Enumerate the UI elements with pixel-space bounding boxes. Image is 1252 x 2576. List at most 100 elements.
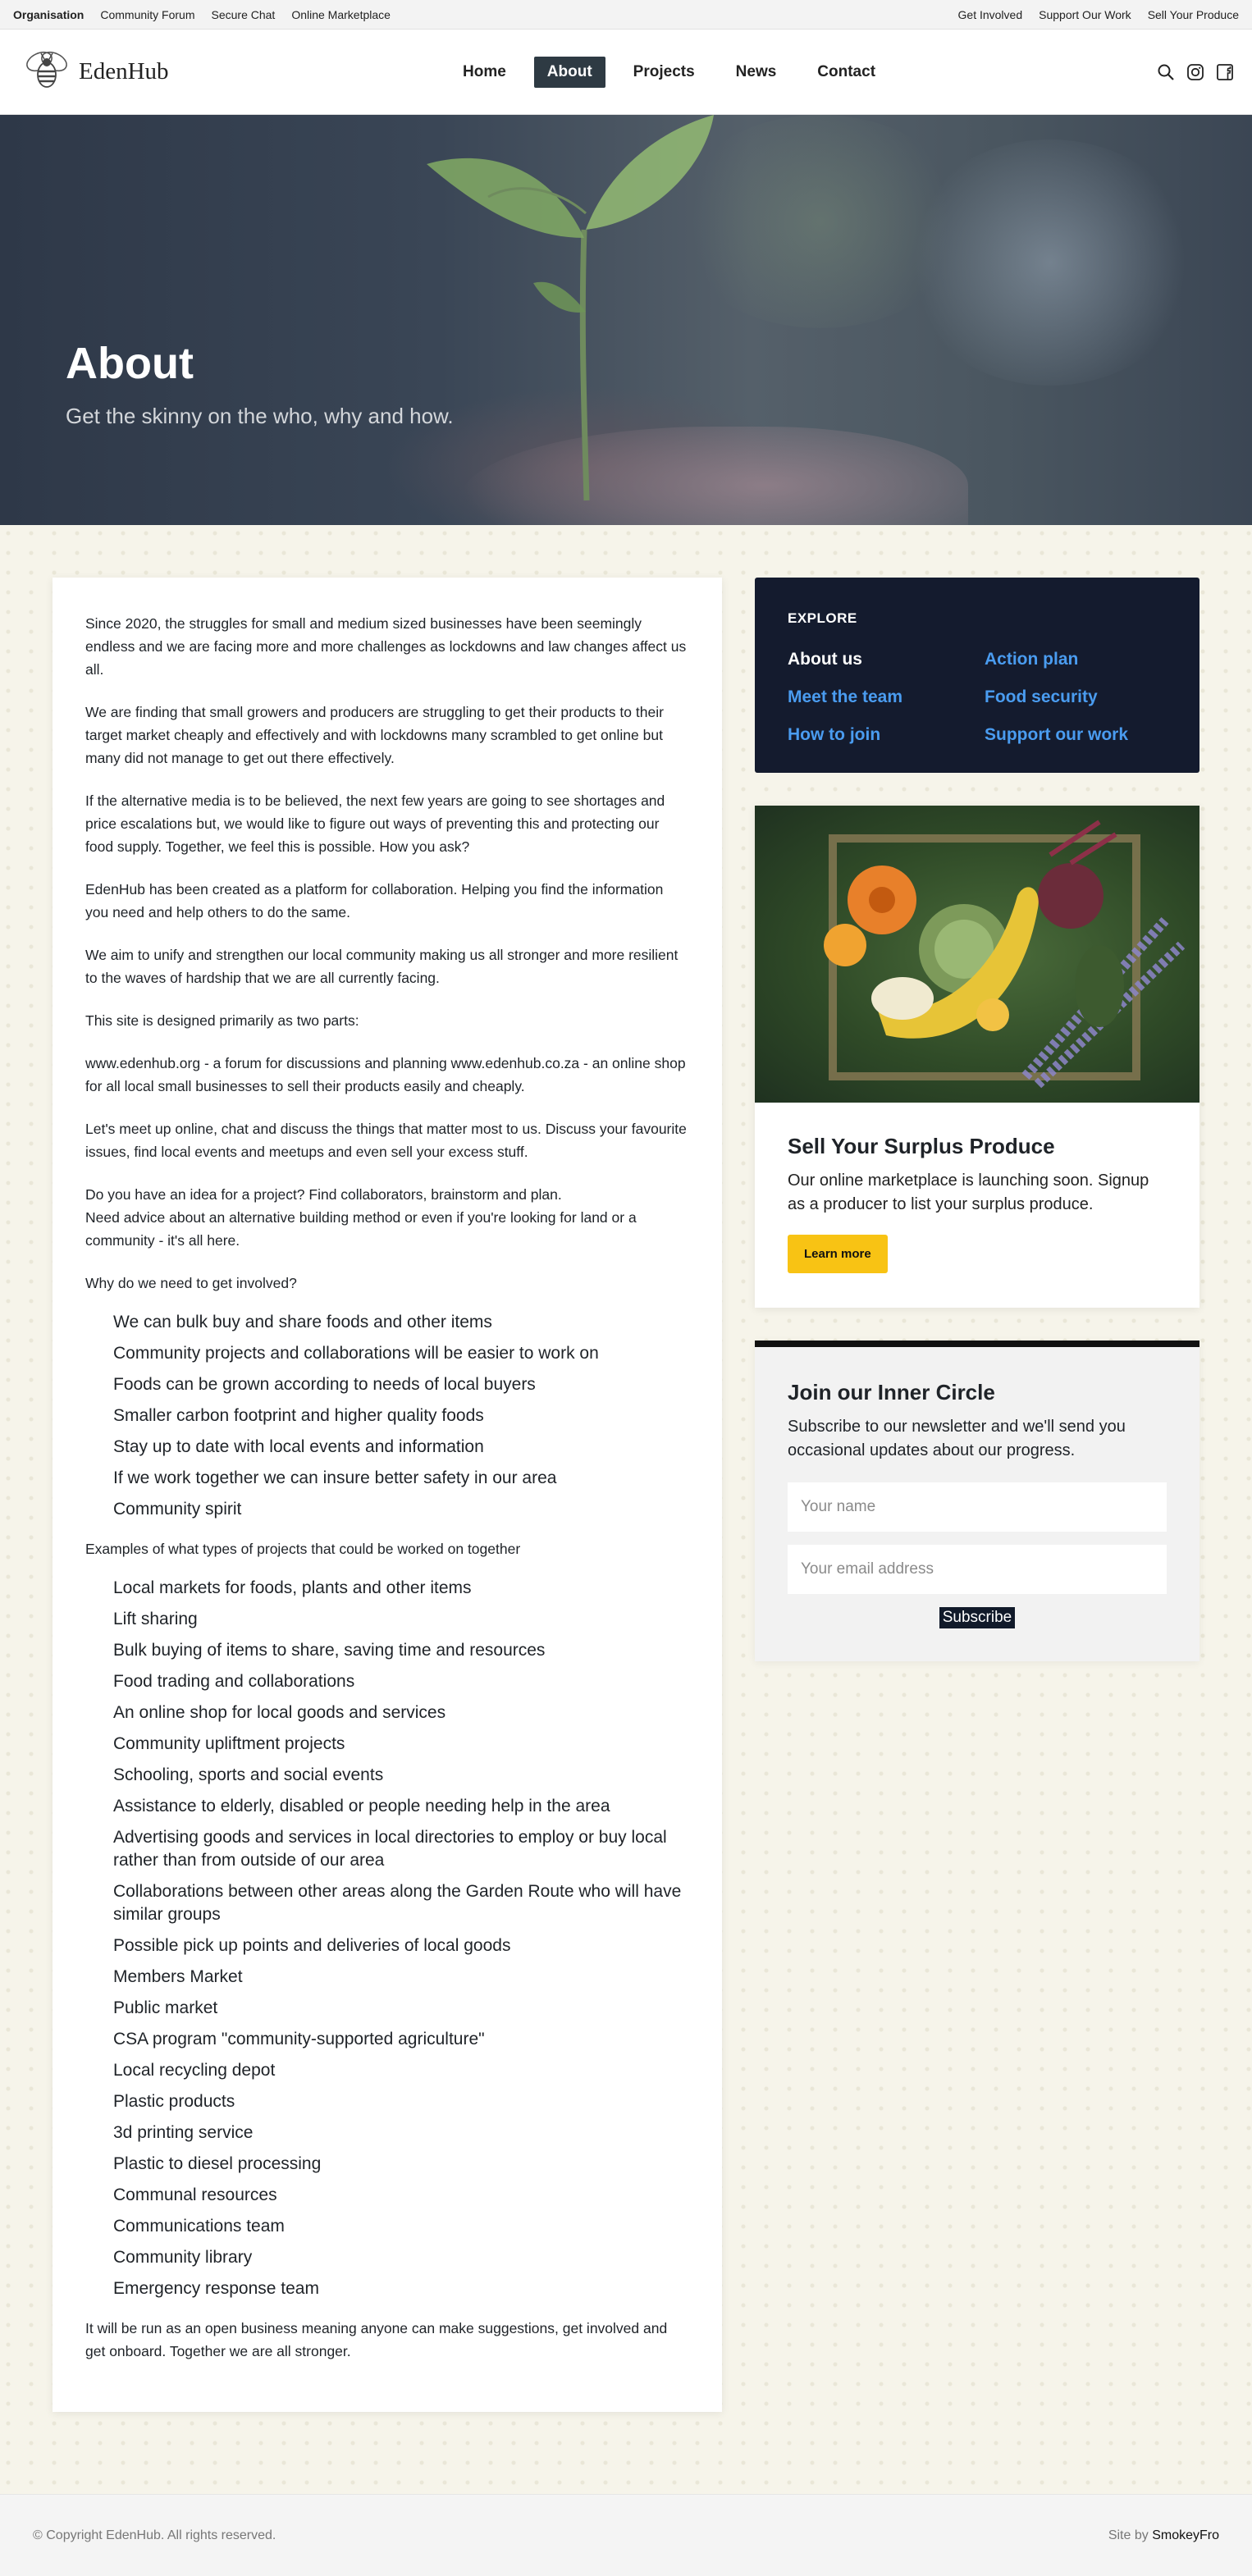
email-field[interactable]: [788, 1545, 1167, 1594]
list-item: Community library: [113, 2248, 253, 2267]
search-icon[interactable]: [1157, 63, 1175, 81]
list-item: Stay up to date with local events and in…: [113, 1437, 484, 1456]
list-item: Lift sharing: [113, 1610, 198, 1628]
nav-news[interactable]: News: [723, 57, 790, 88]
list-item: Schooling, sports and social events: [113, 1765, 384, 1784]
topbar-link-sell-your-produce[interactable]: Sell Your Produce: [1148, 8, 1239, 21]
list-item: Foods can be grown according to needs of…: [113, 1375, 536, 1394]
topbar-link-organisation[interactable]: Organisation: [13, 8, 84, 21]
list-item: Possible pick up points and deliveries o…: [113, 1936, 511, 1955]
explore-panel: EXPLORE About us Action plan Meet the te…: [755, 578, 1199, 773]
list-item: Assistance to elderly, disabled or peopl…: [113, 1797, 610, 1816]
list-item: Collaborations between other areas along…: [113, 1882, 682, 1924]
subscribe-wrap: Subscribe: [788, 1607, 1167, 1628]
instagram-icon[interactable]: [1186, 63, 1204, 81]
sell-produce-text: Our online marketplace is launching soon…: [788, 1172, 1149, 1213]
article-paragraph: If the alternative media is to be believ…: [85, 792, 665, 855]
article-paragraph: Let's meet up online, chat and discuss t…: [85, 1121, 687, 1160]
learn-more-button[interactable]: Learn more: [788, 1235, 888, 1273]
topbar-link-support-our-work[interactable]: Support Our Work: [1039, 8, 1131, 21]
hero-text: About Get the skinny on the who, why and…: [66, 338, 454, 429]
article-paragraph: We are finding that small growers and pr…: [85, 704, 664, 766]
list-item: Plastic products: [113, 2092, 235, 2111]
topbar-link-online-marketplace[interactable]: Online Marketplace: [291, 8, 391, 21]
list-item: Food trading and collaborations: [113, 1672, 355, 1691]
explore-link-how-to-join[interactable]: How to join: [788, 725, 985, 745]
article-paragraph-idea: Do you have an idea for a project? Find …: [85, 1183, 689, 1252]
credit-link[interactable]: SmokeyFro: [1152, 2528, 1219, 2542]
list-item: Advertising goods and services in local …: [113, 1828, 667, 1870]
top-bar-right-links: Get Involved Support Our Work Sell Your …: [958, 8, 1239, 21]
newsletter-title: Join our Inner Circle: [788, 1380, 995, 1404]
article-paragraph: Since 2020, the struggles for small and …: [85, 615, 687, 678]
list-item: An online shop for local goods and servi…: [113, 1703, 446, 1722]
explore-link-meet-the-team[interactable]: Meet the team: [788, 687, 985, 707]
subscribe-button[interactable]: Subscribe: [939, 1607, 1016, 1628]
explore-link-support-our-work[interactable]: Support our work: [985, 725, 1181, 745]
vegetable-crate-image: [755, 806, 1199, 1103]
sell-produce-title: Sell Your Surplus Produce: [788, 1134, 1055, 1158]
explore-link-food-security[interactable]: Food security: [985, 687, 1181, 707]
list-item: If we work together we can insure better…: [113, 1468, 557, 1487]
explore-link-action-plan[interactable]: Action plan: [985, 650, 1181, 669]
hero-background-light: [902, 139, 1198, 386]
list-item: Community spirit: [113, 1500, 242, 1519]
top-utility-bar: Organisation Community Forum Secure Chat…: [0, 0, 1252, 30]
topbar-link-secure-chat[interactable]: Secure Chat: [212, 8, 276, 21]
topbar-link-get-involved[interactable]: Get Involved: [958, 8, 1023, 21]
why-list: We can bulk buy and share foods and othe…: [85, 1311, 689, 1521]
list-item: Emergency response team: [113, 2279, 319, 2298]
nav-home[interactable]: Home: [450, 57, 519, 88]
article-paragraph: www.edenhub.org - a forum for discussion…: [85, 1055, 686, 1094]
article-paragraph: This site is designed primarily as two p…: [85, 1012, 359, 1029]
page-title: About: [66, 339, 194, 388]
header-icons: [1157, 30, 1234, 115]
list-item: Public market: [113, 1998, 218, 2017]
content-area: Since 2020, the struggles for small and …: [0, 525, 1252, 2494]
list-item: Local recycling depot: [113, 2061, 276, 2080]
facebook-icon[interactable]: [1216, 63, 1234, 81]
list-item: Bulk buying of items to share, saving ti…: [113, 1641, 546, 1660]
list-item: Communal resources: [113, 2185, 277, 2204]
explore-link-about-us[interactable]: About us: [788, 650, 985, 669]
closing-paragraph: It will be run as an open business meani…: [85, 2320, 668, 2359]
site-credit: Site by SmokeyFro: [1108, 2528, 1219, 2543]
idea-line-1: Do you have an idea for a project? Find …: [85, 1186, 562, 1203]
list-item: Plastic to diesel processing: [113, 2154, 322, 2173]
newsletter-text: Subscribe to our newsletter and we'll se…: [788, 1418, 1126, 1459]
site-logo[interactable]: EdenHub: [21, 48, 235, 95]
seedling-illustration: [427, 115, 714, 501]
why-heading: Why do we need to get involved?: [85, 1275, 297, 1291]
produce-illustration: [824, 820, 1186, 1089]
explore-heading: EXPLORE: [788, 610, 857, 626]
list-item: Communications team: [113, 2217, 285, 2236]
explore-links: About us Action plan Meet the team Food …: [788, 650, 1167, 745]
nav-about[interactable]: About: [533, 57, 605, 88]
site-footer: © Copyright EdenHub. All rights reserved…: [0, 2494, 1252, 2576]
article-paragraph: We aim to unify and strengthen our local…: [85, 947, 679, 986]
topbar-link-community-forum[interactable]: Community Forum: [100, 8, 194, 21]
bee-logo-icon: [21, 48, 72, 95]
list-item: Local markets for foods, plants and othe…: [113, 1578, 472, 1597]
list-item: Smaller carbon footprint and higher qual…: [113, 1406, 484, 1425]
list-item: Members Market: [113, 1967, 243, 1986]
nav-projects[interactable]: Projects: [620, 57, 708, 88]
idea-line-2: Need advice about an alternative buildin…: [85, 1209, 637, 1249]
sell-produce-card: Sell Your Surplus Produce Our online mar…: [755, 806, 1199, 1308]
sell-produce-body: Sell Your Surplus Produce Our online mar…: [755, 1103, 1199, 1308]
nav-contact[interactable]: Contact: [804, 57, 889, 88]
list-item: We can bulk buy and share foods and othe…: [113, 1313, 492, 1331]
name-field[interactable]: [788, 1482, 1167, 1532]
logo-text: EdenHub: [79, 58, 169, 84]
list-item: CSA program "community-supported agricul…: [113, 2030, 485, 2048]
newsletter-card: Join our Inner Circle Subscribe to our n…: [755, 1341, 1199, 1661]
credit-prefix: Site by: [1108, 2528, 1149, 2542]
sidebar: EXPLORE About us Action plan Meet the te…: [755, 578, 1199, 1661]
about-article: Since 2020, the struggles for small and …: [53, 578, 722, 2412]
examples-heading: Examples of what types of projects that …: [85, 1541, 521, 1557]
list-item: 3d printing service: [113, 2123, 254, 2142]
main-nav: Home About Projects News Contact: [450, 30, 903, 115]
copyright-text: © Copyright EdenHub. All rights reserved…: [33, 2528, 276, 2542]
article-paragraph: EdenHub has been created as a platform f…: [85, 881, 664, 920]
page-subtitle: Get the skinny on the who, why and how.: [66, 404, 454, 428]
